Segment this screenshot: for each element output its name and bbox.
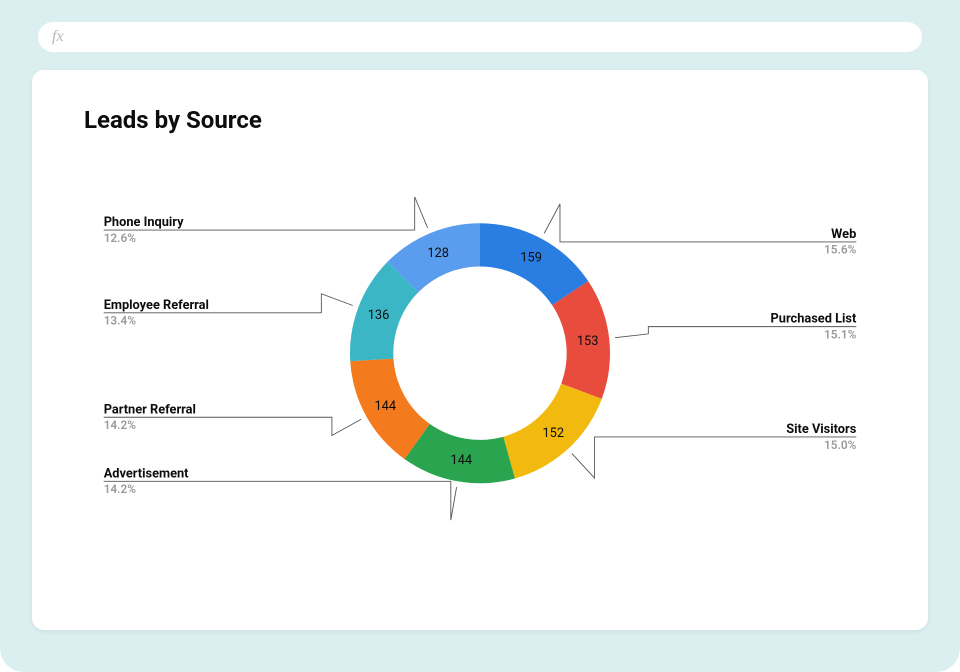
- slice-label-name: Site Visitors: [786, 422, 856, 437]
- donut-chart: 159 153 152 144 144 136 128 Web15.6% Purchased L…: [84, 158, 876, 578]
- slice-label-name: Purchased List: [771, 312, 857, 327]
- formula-bar-fx: fx: [52, 28, 64, 46]
- app-frame: fx Leads by Source 159 153 152 144 144 136 128…: [0, 0, 960, 672]
- leader-line: [615, 327, 856, 338]
- slice-value: 152: [542, 426, 564, 441]
- formula-bar[interactable]: fx: [38, 22, 922, 52]
- slice-value: 144: [374, 399, 396, 414]
- sheet-panel: Leads by Source 159 153 152 144 144 136 128 Web…: [32, 70, 928, 630]
- slice-label-pct: 15.6%: [824, 243, 857, 257]
- slice-value: 159: [520, 251, 542, 266]
- slice-value: 153: [577, 334, 599, 349]
- slice-value: 144: [451, 453, 473, 468]
- slice-label-pct: 15.1%: [824, 327, 857, 341]
- leader-line: [104, 481, 457, 520]
- slice-label-name: Phone Inquiry: [104, 215, 184, 230]
- slice-label-pct: 14.2%: [104, 482, 137, 496]
- chart-title: Leads by Source: [84, 106, 876, 134]
- leader-line: [544, 204, 856, 242]
- slice-label-pct: 15.0%: [824, 438, 857, 452]
- slice-label-name: Partner Referral: [104, 402, 196, 417]
- slice-label-pct: 12.6%: [104, 231, 137, 245]
- slice-label-name: Advertisement: [104, 466, 189, 481]
- donut-chart-svg: 159 153 152 144 144 136 128 Web15.6% Purchased L…: [84, 158, 876, 578]
- slice-label-pct: 14.2%: [104, 418, 137, 432]
- leader-line: [572, 437, 856, 478]
- leader-line: [104, 417, 361, 435]
- slice-label-name: Web: [831, 227, 856, 242]
- slice-label-pct: 13.4%: [104, 314, 137, 328]
- slice-value: 128: [427, 246, 449, 261]
- slice-value: 136: [368, 308, 390, 323]
- slice-label-name: Employee Referral: [104, 298, 209, 313]
